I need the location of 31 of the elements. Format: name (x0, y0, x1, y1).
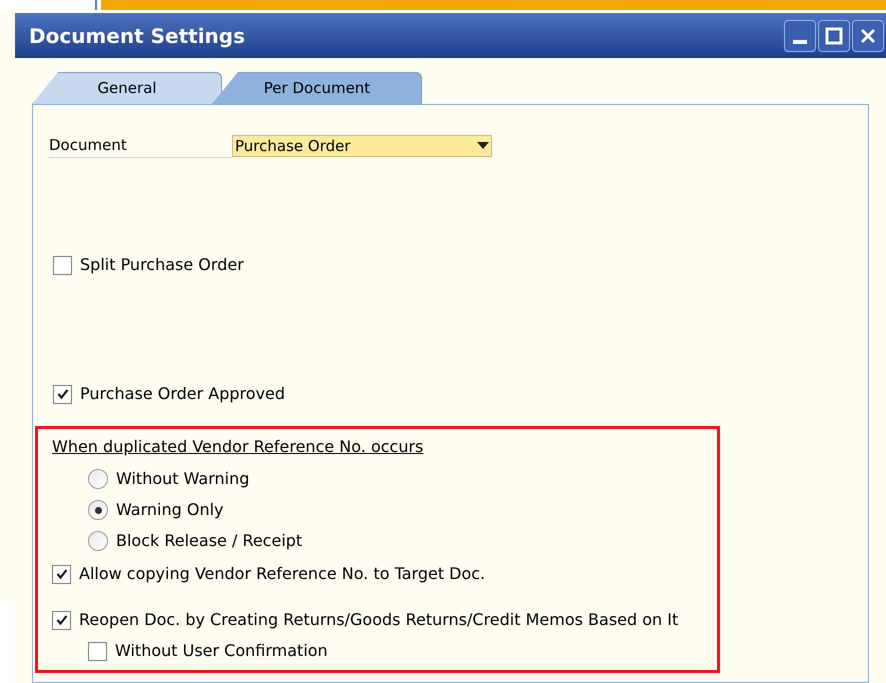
checkbox[interactable] (53, 384, 72, 404)
radio-label: Warning Only (116, 499, 224, 521)
dropdown-arrow-icon (477, 142, 489, 150)
radio-label: Block Release / Receipt (116, 530, 302, 552)
radio-button[interactable] (88, 531, 108, 551)
checkbox-label: Without User Confirmation (115, 640, 328, 662)
checkbox-label: Purchase Order Approved (80, 383, 286, 405)
checkbox-label: Reopen Doc. by Creating Returns/Goods Returns/Credit Memos Based on It (79, 609, 678, 631)
tab[interactable]: General (32, 72, 222, 104)
maximize-icon (825, 26, 843, 44)
checkmark-icon (56, 614, 68, 626)
checkbox[interactable] (52, 610, 71, 630)
radio-button[interactable] (88, 500, 108, 520)
close-icon (859, 26, 877, 44)
minimize-button[interactable] (784, 20, 816, 52)
document-dropdown[interactable]: Purchase Order (232, 135, 492, 157)
checkbox-label: Allow copying Vendor Reference No. to Target Doc. (79, 563, 486, 585)
close-button[interactable] (852, 20, 884, 52)
section-heading: When duplicated Vendor Reference No. occurs (52, 436, 424, 458)
minimize-icon (793, 40, 807, 44)
checkbox-label: Split Purchase Order (80, 254, 244, 276)
tab[interactable]: Per Document (212, 72, 422, 104)
maximize-button[interactable] (818, 20, 850, 52)
radio-label: Without Warning (116, 468, 250, 490)
checkbox[interactable] (53, 256, 72, 274)
window-title: Document Settings (29, 22, 246, 50)
checkbox[interactable] (88, 642, 107, 660)
checkbox[interactable] (52, 564, 71, 584)
checkmark-icon (56, 388, 68, 400)
radio-button[interactable] (88, 469, 108, 489)
checkmark-icon (56, 568, 68, 580)
